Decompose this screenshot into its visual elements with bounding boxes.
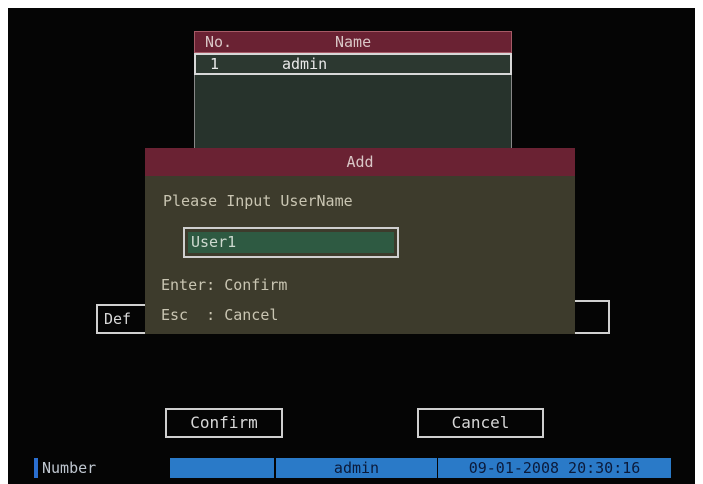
user-list-row[interactable]: 1 admin [194, 53, 512, 75]
hint-enter-confirm: Enter: Confirm [161, 276, 288, 294]
username-input[interactable]: User1 [183, 227, 399, 258]
confirm-button[interactable]: Confirm [165, 408, 283, 438]
status-marker [34, 458, 38, 478]
username-prompt: Please Input UserName [163, 192, 353, 210]
status-datetime: 09-01-2008 20:30:16 [438, 458, 671, 478]
username-input-value[interactable]: User1 [188, 232, 394, 253]
user-list-header: No. Name [194, 31, 512, 53]
status-label: Number [42, 459, 97, 477]
cancel-button[interactable]: Cancel [417, 408, 544, 438]
column-header-name: Name [335, 33, 372, 51]
column-header-no: No. [205, 33, 233, 51]
dialog-title: Add [145, 148, 575, 176]
background-field[interactable] [572, 300, 610, 334]
user-list-empty-area [194, 75, 512, 150]
user-row-number: 1 [210, 55, 220, 73]
status-current-user: admin [276, 458, 437, 478]
user-row-name: admin [282, 55, 328, 73]
hint-esc-cancel: Esc : Cancel [161, 306, 279, 324]
status-segment-empty [170, 458, 274, 478]
dvr-screen: No. Name 1 admin Def Add Please Input Us… [8, 8, 695, 484]
